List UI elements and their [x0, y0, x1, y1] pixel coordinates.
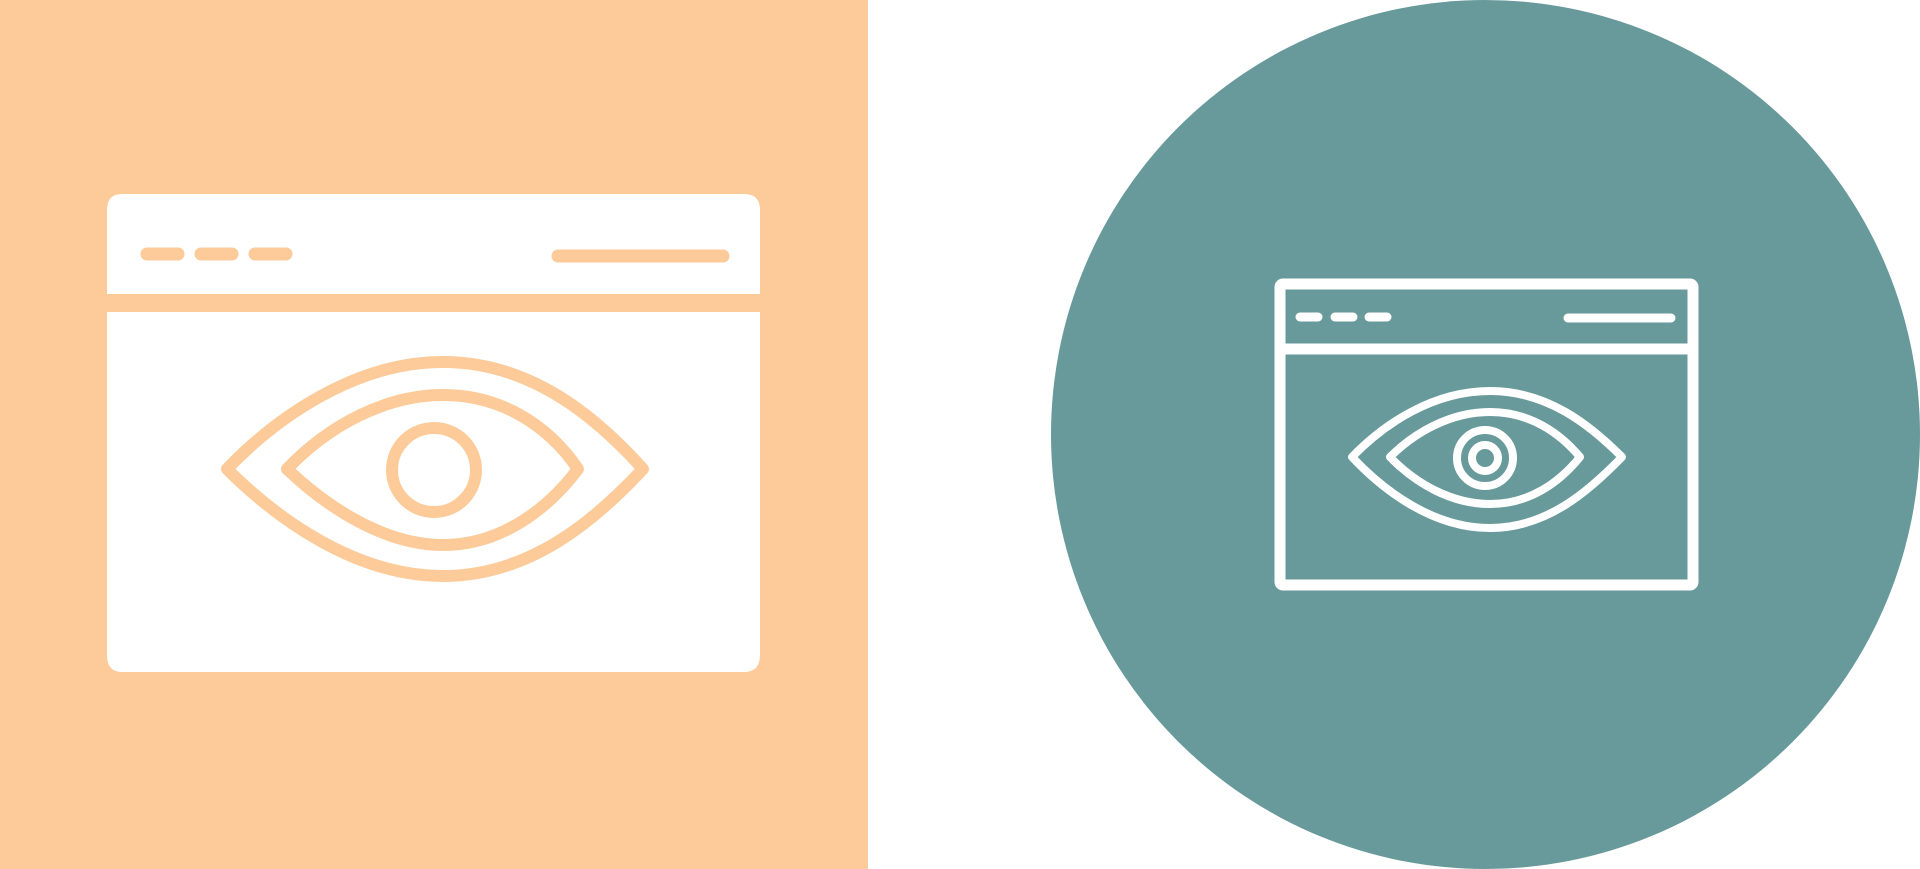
- glyph-icon-tile: [0, 0, 868, 869]
- line-icon-svg: [1051, 0, 1920, 869]
- icon-preview-canvas: [0, 0, 1920, 869]
- glyph-icon-svg: [0, 0, 868, 869]
- line-icon-tile: [1051, 0, 1920, 869]
- browser-title-bar: [107, 194, 760, 294]
- browser-eye-icon: [107, 194, 760, 672]
- circle-background: [1051, 0, 1920, 869]
